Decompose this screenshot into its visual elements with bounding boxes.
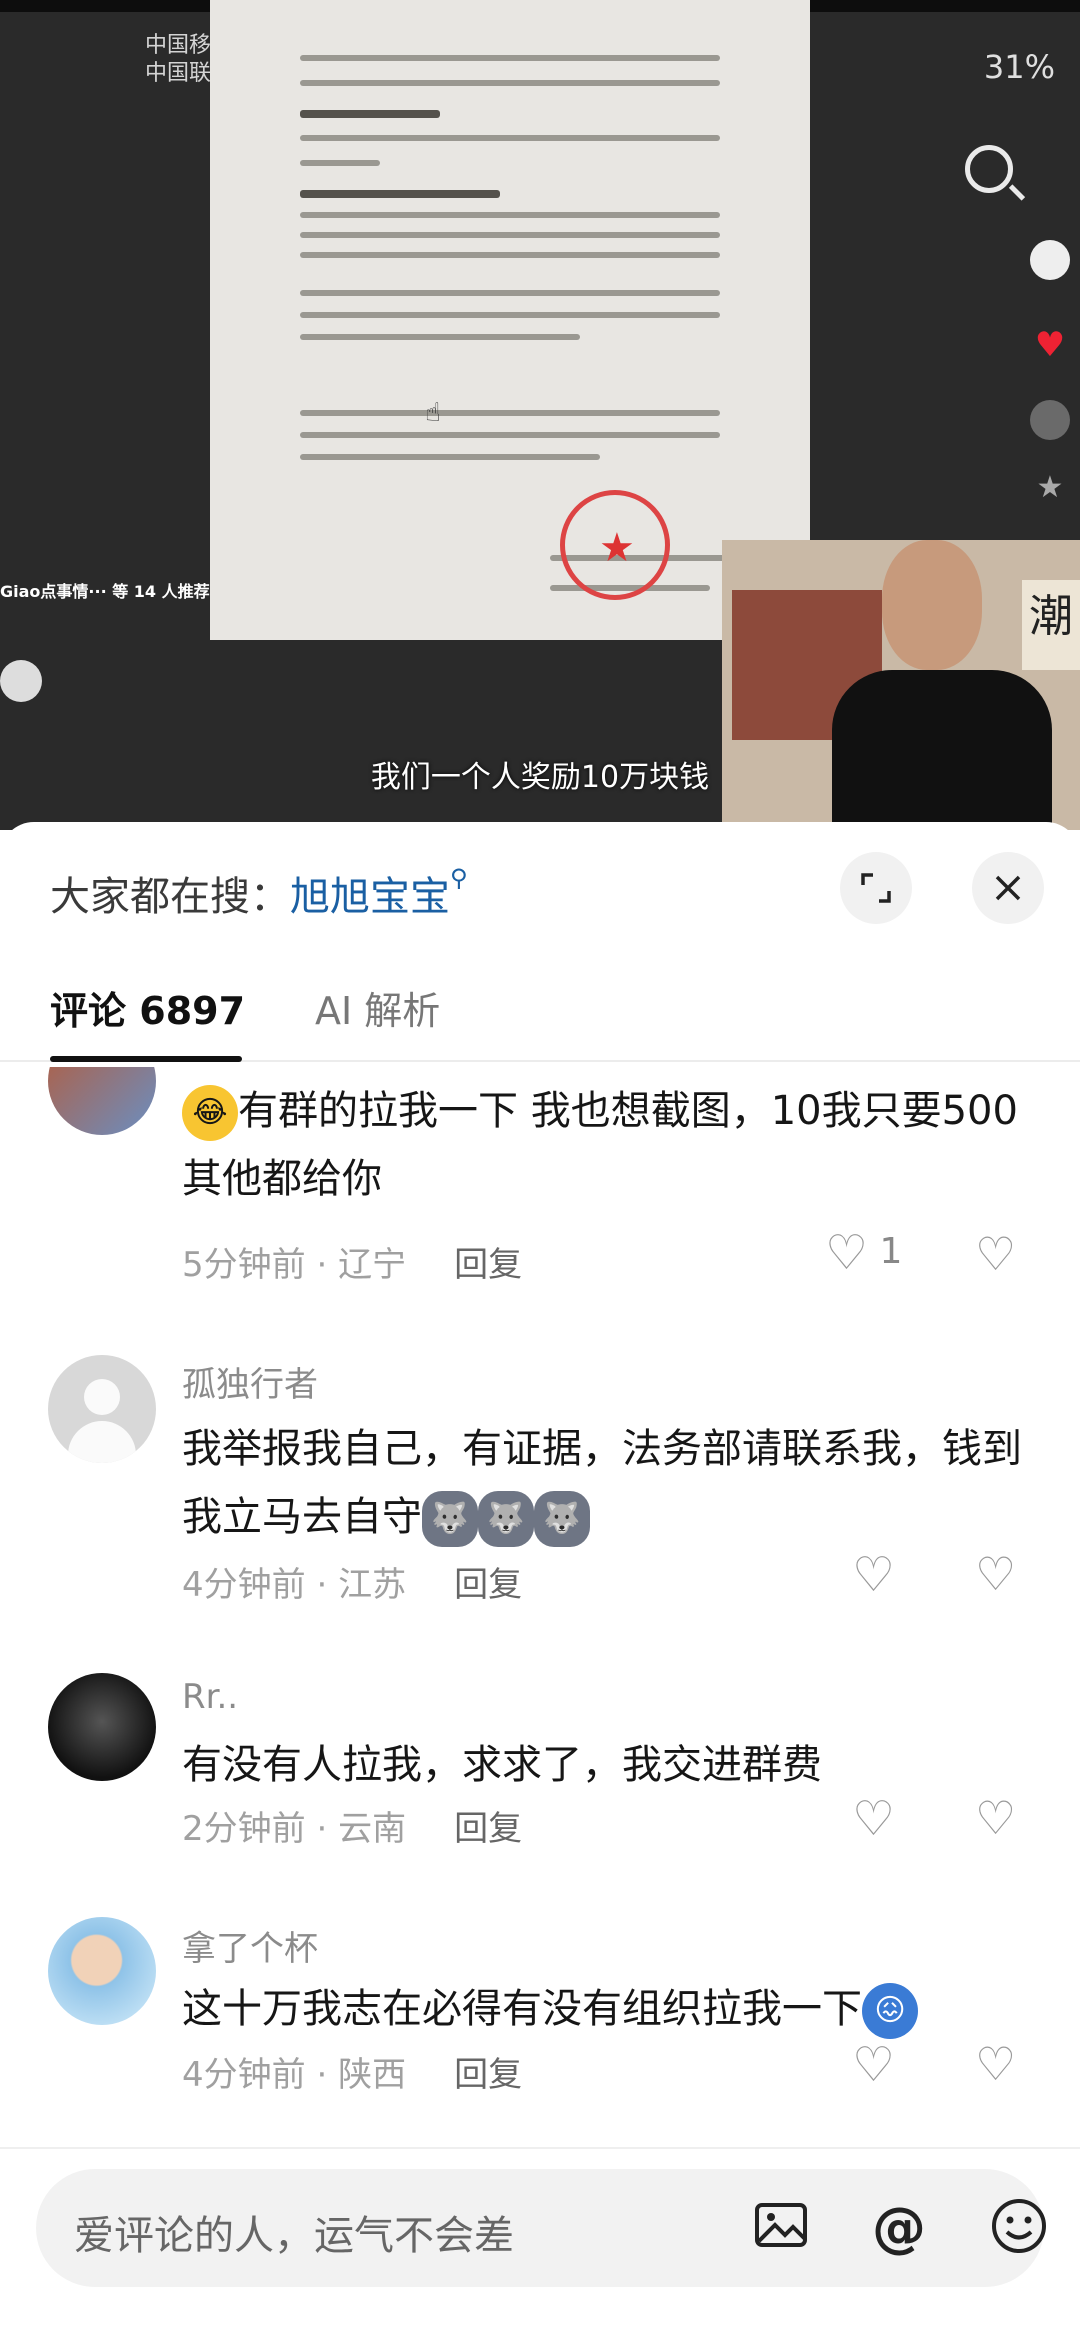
comment-count: 6897 xyxy=(139,989,246,1033)
username[interactable]: 孤独行者 xyxy=(182,1357,318,1406)
like-button[interactable]: ♡ xyxy=(852,1795,895,1843)
favorite-star-icon[interactable]: ★ xyxy=(1030,470,1070,510)
avatar[interactable] xyxy=(48,1673,156,1781)
avatar[interactable] xyxy=(48,1067,156,1135)
avatar[interactable] xyxy=(48,1917,156,2025)
recommend-text: Giao点事情··· 等 14 人推荐 xyxy=(0,582,210,601)
author-avatar-small[interactable] xyxy=(1030,240,1070,280)
side-action-column: ♥ ★ xyxy=(1020,130,1080,530)
comment-text: 这十万我志在必得有没有组织拉我一下 xyxy=(182,1986,862,2032)
video-subtitle: 我们一个人奖励10万块钱 xyxy=(370,760,710,795)
hot-search-keyword[interactable]: 旭旭宝宝 xyxy=(290,874,450,920)
expand-button[interactable] xyxy=(840,852,912,924)
like-button[interactable]: ♡ 1 xyxy=(825,1229,902,1277)
comment-time: 4分钟前 xyxy=(182,2055,306,2095)
comment-location: 云南 xyxy=(338,1809,407,1849)
comment-location: 江苏 xyxy=(338,1565,407,1605)
image-icon[interactable] xyxy=(750,2197,812,2259)
reply-button[interactable]: 回复 xyxy=(454,2055,522,2095)
active-tab-indicator xyxy=(50,1056,242,1062)
comment-meta: 4分钟前 · 陕西 回复 xyxy=(182,2055,523,2095)
comment-item: Rr.. 有没有人拉我，求求了，我交进群费 2分钟前 · 云南 回复 ♡ ♡ xyxy=(0,1673,1080,1903)
announcement-document: ★ ☝ xyxy=(210,0,810,640)
comment-tabs: 评论 6897 AI 解析 xyxy=(0,950,1080,1062)
comment-item: 😂 有群的拉我一下 我也想截图，10我只要500其他都给你 5分钟前 · 辽宁 回复… xyxy=(0,1067,1080,1285)
laughing-crying-emoji-icon: 😂 xyxy=(182,1085,238,1141)
comment-location: 陕西 xyxy=(338,2055,407,2095)
comment-text: 有没有人拉我，求求了，我交进群费 xyxy=(182,1742,822,1788)
username[interactable]: 拿了个杯 xyxy=(182,1921,318,1970)
expand-icon xyxy=(861,873,891,903)
husky-emoji-icon: 🐺 xyxy=(478,1491,534,1547)
husky-emoji-icon: 🐺 xyxy=(534,1491,590,1547)
search-icon[interactable] xyxy=(965,145,1013,193)
broken-heart-icon[interactable]: ♡ xyxy=(975,1791,1016,1845)
comment-meta: 2分钟前 · 云南 回复 xyxy=(182,1809,523,1849)
broken-heart-icon[interactable]: ♡ xyxy=(975,1227,1016,1281)
hot-search[interactable]: 大家都在搜：旭旭宝宝⚲ xyxy=(50,864,468,922)
comment-text: 有群的拉我一下 我也想截图，10我只要500其他都给你 xyxy=(182,1088,1018,1202)
tab-comments[interactable]: 评论 6897 xyxy=(50,980,245,1035)
close-icon xyxy=(995,875,1021,901)
author-avatar[interactable] xyxy=(0,660,42,702)
comment-sheet: 大家都在搜：旭旭宝宝⚲ 评论 6897 AI 解析 😂 有群的拉我一下 我也想截图… xyxy=(0,822,1080,2340)
at-icon[interactable]: @ xyxy=(868,2197,930,2259)
comment-item: 孤独行者 我举报我自己，有证据，法务部请联系我，钱到我立马去自守 🐺 🐺 🐺 4分钟前… xyxy=(0,1355,1080,1655)
video-player[interactable]: ★ ☝ 潮 中国移 中国联 31% ♥ ★ Giao点事情··· 等 14 人推… xyxy=(0,0,1080,830)
search-small-icon: ⚲ xyxy=(450,864,468,892)
close-button[interactable] xyxy=(972,852,1044,924)
comment-time: 5分钟前 xyxy=(182,1245,306,1285)
comment-location: 辽宁 xyxy=(338,1245,407,1285)
username[interactable]: Rr.. xyxy=(182,1677,238,1717)
battery-indicator: 31% xyxy=(983,48,1055,86)
hand-cursor-icon: ☝ xyxy=(425,398,441,428)
emoji-icon[interactable] xyxy=(988,2197,1050,2259)
comment-time: 2分钟前 xyxy=(182,1809,306,1849)
reply-button[interactable]: 回复 xyxy=(454,1809,522,1849)
avatar[interactable] xyxy=(48,1355,156,1463)
comment-input-placeholder: 爱评论的人，运气不会差 xyxy=(74,2213,514,2259)
comment-item: 拿了个杯 这十万我志在必得有没有组织拉我一下 😖 4分钟前 · 陕西 回复 ♡ ♡ xyxy=(0,1917,1080,2147)
heart-icon: ♡ xyxy=(852,1791,896,1847)
heart-icon: ♡ xyxy=(852,2037,896,2093)
comment-input-bar: 爱评论的人，运气不会差 @ xyxy=(0,2147,1080,2340)
heart-icon: ♡ xyxy=(825,1225,869,1281)
reply-button[interactable]: 回复 xyxy=(454,1245,522,1285)
broken-heart-icon[interactable]: ♡ xyxy=(975,1547,1016,1601)
comment-input[interactable]: 爱评论的人，运气不会差 @ xyxy=(36,2169,1046,2287)
status-carriers: 中国移 中国联 xyxy=(145,33,212,86)
like-button[interactable]: ♡ xyxy=(852,1551,895,1599)
comment-meta: 5分钟前 · 辽宁 回复 xyxy=(182,1245,523,1285)
comment-meta: 4分钟前 · 江苏 回复 xyxy=(182,1565,523,1605)
tab-ai-analysis[interactable]: AI 解析 xyxy=(315,980,440,1035)
confused-face-emoji-icon: 😖 xyxy=(862,1983,918,2039)
like-button[interactable]: ♡ xyxy=(852,2041,895,2089)
heart-icon: ♡ xyxy=(852,1547,896,1603)
red-seal: ★ xyxy=(560,490,670,600)
hot-search-prefix: 大家都在搜： xyxy=(50,874,290,920)
comment-list[interactable]: 😂 有群的拉我一下 我也想截图，10我只要500其他都给你 5分钟前 · 辽宁 回复… xyxy=(0,1067,1080,2147)
broken-heart-icon[interactable]: ♡ xyxy=(975,2037,1016,2091)
comment-text: 我举报我自己，有证据，法务部请联系我，钱到我立马去自守 xyxy=(182,1426,1022,1540)
reply-button[interactable]: 回复 xyxy=(454,1565,522,1605)
like-heart-icon[interactable]: ♥ xyxy=(1030,325,1070,365)
comment-icon[interactable] xyxy=(1030,400,1070,440)
husky-emoji-icon: 🐺 xyxy=(422,1491,478,1547)
comment-time: 4分钟前 xyxy=(182,1565,306,1605)
like-count: 1 xyxy=(879,1231,903,1272)
